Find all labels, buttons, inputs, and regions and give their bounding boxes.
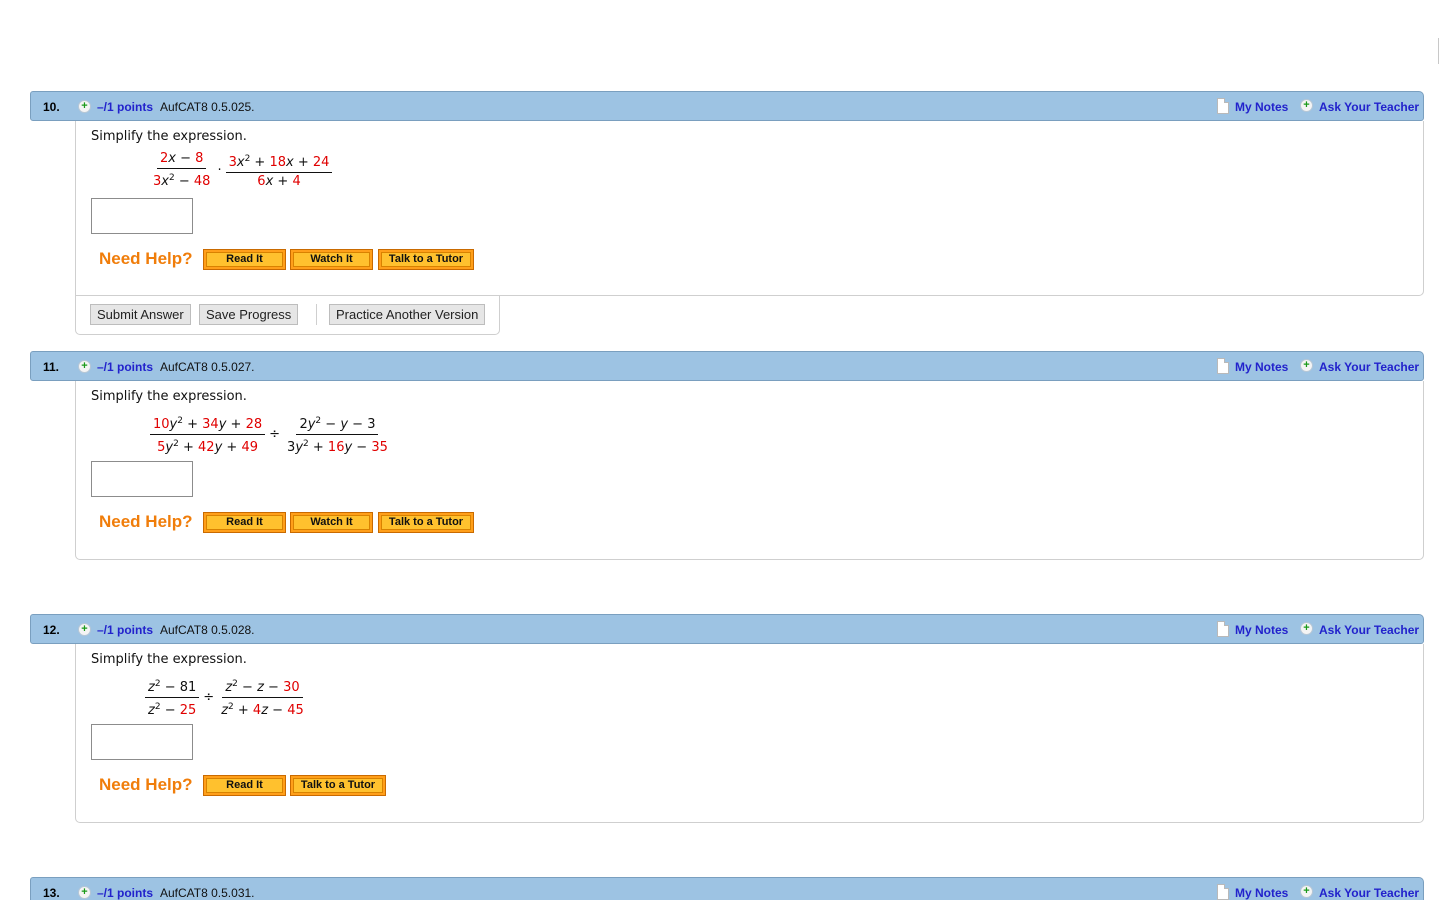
my-notes-link[interactable]: My Notes [1235, 360, 1288, 374]
fraction-left: 10y2 + 34y + 28 5y2 + 42y + 49 [150, 413, 266, 456]
question-number: 11. [43, 360, 60, 374]
question-header: 13. + –/1 points AufCAT8 0.5.031. My Not… [30, 877, 1424, 900]
submit-answer-button[interactable]: Submit Answer [90, 304, 191, 325]
fraction-right: 2y2 − y − 3 3y2 + 16y − 35 [284, 413, 391, 456]
numerator: z2 − z − 30 [222, 676, 303, 698]
fraction-right: 3x2 + 18x + 24 6x + 4 [225, 151, 333, 190]
note-page-icon[interactable] [1217, 358, 1229, 374]
ask-your-teacher-link[interactable]: Ask Your Teacher [1319, 886, 1419, 900]
question-prompt: Simplify the expression. [91, 389, 247, 404]
need-help-label: Need Help? [99, 512, 193, 531]
numerator: 2y2 − y − 3 [296, 413, 379, 435]
denominator: 6x + 4 [257, 174, 301, 189]
question-header: 11. + –/1 points AufCAT8 0.5.027. My Not… [30, 351, 1424, 381]
read-it-button[interactable]: Read It [203, 249, 286, 270]
answer-input[interactable] [91, 724, 193, 760]
divider [316, 304, 317, 325]
ask-your-teacher-link[interactable]: Ask Your Teacher [1319, 100, 1419, 114]
plus-circle-icon[interactable]: + [78, 623, 91, 636]
talk-to-tutor-button[interactable]: Talk to a Tutor [378, 512, 474, 533]
action-bar: Submit Answer Save Progress Practice Ano… [75, 296, 500, 335]
my-notes-link[interactable]: My Notes [1235, 623, 1288, 637]
question-points[interactable]: –/1 points [97, 623, 153, 637]
denominator: 3x2 − 48 [153, 173, 211, 189]
denominator: z2 + 4z − 45 [221, 702, 304, 718]
plus-circle-icon[interactable]: + [1300, 359, 1313, 372]
question-body: Simplify the expression. 10y2 + 34y + 28… [75, 381, 1424, 560]
question-number: 10. [43, 100, 60, 114]
plus-circle-icon[interactable]: + [1300, 885, 1313, 898]
plus-circle-icon[interactable]: + [78, 886, 91, 899]
talk-to-tutor-button[interactable]: Talk to a Tutor [290, 775, 386, 796]
math-expression: 2x − 8 3x2 − 48 · 3x2 + 18x + 24 6x + 4 [150, 151, 333, 190]
window-scrollbar[interactable] [1438, 38, 1439, 64]
question-code: AufCAT8 0.5.027. [160, 360, 255, 374]
save-progress-button[interactable]: Save Progress [199, 304, 299, 325]
plus-circle-icon[interactable]: + [1300, 622, 1313, 635]
question-points[interactable]: –/1 points [97, 100, 153, 114]
talk-to-tutor-button[interactable]: Talk to a Tutor [378, 249, 474, 270]
plus-circle-icon[interactable]: + [78, 360, 91, 373]
numerator: 2x − 8 [157, 151, 207, 169]
practice-another-version-button[interactable]: Practice Another Version [329, 304, 486, 325]
ask-your-teacher-link[interactable]: Ask Your Teacher [1319, 360, 1419, 374]
answer-input[interactable] [91, 461, 193, 497]
note-page-icon[interactable] [1217, 884, 1229, 900]
my-notes-link[interactable]: My Notes [1235, 886, 1288, 900]
question-number: 12. [43, 623, 60, 637]
plus-circle-icon[interactable]: + [78, 100, 91, 113]
watch-it-button[interactable]: Watch It [290, 512, 373, 533]
denominator: z2 − 25 [148, 702, 197, 718]
operator: ÷ [269, 427, 281, 442]
question-prompt: Simplify the expression. [91, 129, 247, 144]
math-expression: 10y2 + 34y + 28 5y2 + 42y + 49 ÷ 2y2 − y… [150, 413, 391, 456]
numerator: 10y2 + 34y + 28 [150, 413, 266, 435]
fraction-left: 2x − 8 3x2 − 48 [150, 151, 213, 190]
ask-your-teacher-link[interactable]: Ask Your Teacher [1319, 623, 1419, 637]
question-number: 13. [43, 886, 60, 900]
question-body: Simplify the expression. 2x − 8 3x2 − 48… [75, 121, 1424, 296]
question-points[interactable]: –/1 points [97, 886, 153, 900]
my-notes-link[interactable]: My Notes [1235, 100, 1288, 114]
question-body: Simplify the expression. z2 − 81 z2 − 25… [75, 644, 1424, 823]
answer-input[interactable] [91, 198, 193, 234]
question-header: 12. + –/1 points AufCAT8 0.5.028. My Not… [30, 614, 1424, 644]
question-header: 10. + –/1 points AufCAT8 0.5.025. My Not… [30, 91, 1424, 121]
need-help-label: Need Help? [99, 249, 193, 268]
note-page-icon[interactable] [1217, 98, 1229, 114]
denominator: 3y2 + 16y − 35 [287, 439, 388, 455]
plus-circle-icon[interactable]: + [1300, 99, 1313, 112]
question-code: AufCAT8 0.5.031. [160, 886, 255, 900]
numerator: 3x2 + 18x + 24 [225, 151, 333, 173]
question-code: AufCAT8 0.5.028. [160, 623, 255, 637]
operator: · [217, 163, 222, 178]
fraction-left: z2 − 81 z2 − 25 [145, 676, 200, 719]
fraction-right: z2 − z − 30 z2 + 4z − 45 [218, 676, 307, 719]
question-points[interactable]: –/1 points [97, 360, 153, 374]
question-prompt: Simplify the expression. [91, 652, 247, 667]
watch-it-button[interactable]: Watch It [290, 249, 373, 270]
math-expression: z2 − 81 z2 − 25 ÷ z2 − z − 30 z2 + 4z − … [145, 676, 307, 719]
numerator: z2 − 81 [145, 676, 200, 698]
operator: ÷ [203, 690, 215, 705]
read-it-button[interactable]: Read It [203, 512, 286, 533]
need-help-label: Need Help? [99, 775, 193, 794]
question-code: AufCAT8 0.5.025. [160, 100, 255, 114]
read-it-button[interactable]: Read It [203, 775, 286, 796]
denominator: 5y2 + 42y + 49 [157, 439, 258, 455]
note-page-icon[interactable] [1217, 621, 1229, 637]
